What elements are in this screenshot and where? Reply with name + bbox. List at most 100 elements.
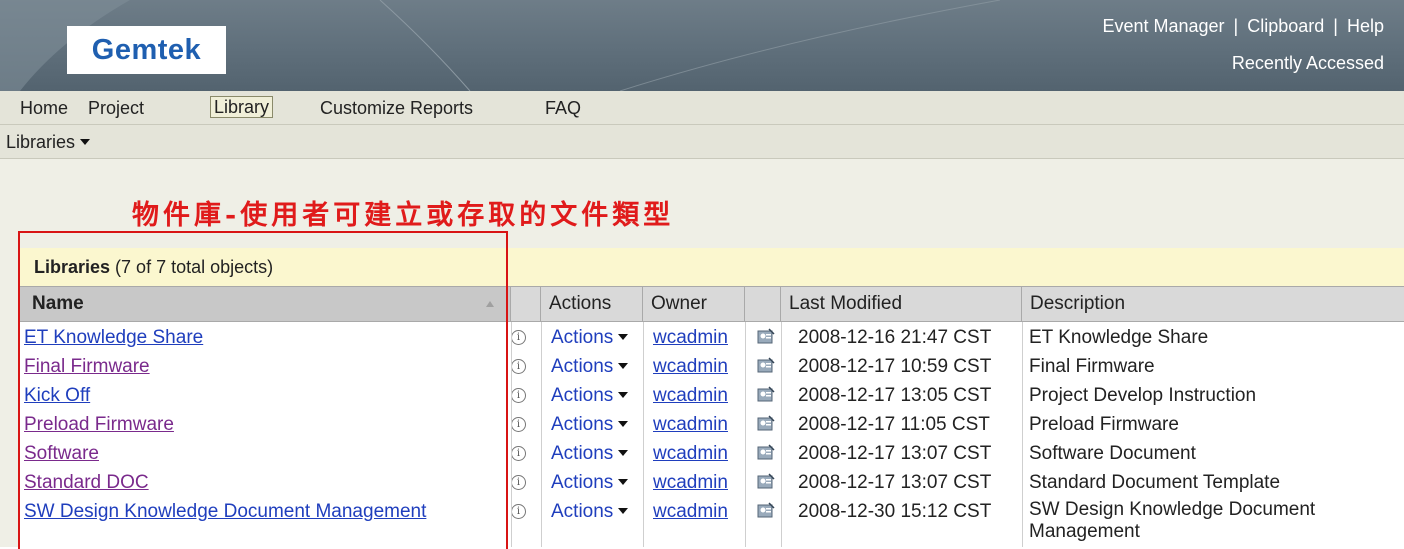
column-header-owner[interactable]: Owner: [643, 286, 745, 322]
column-divider: [745, 322, 746, 547]
caret-down-icon: [618, 479, 629, 485]
column-header-icon: [745, 286, 781, 322]
info-icon[interactable]: i: [511, 417, 526, 432]
description: ET Knowledge Share: [1029, 327, 1209, 348]
actions-menu[interactable]: Actions: [551, 498, 629, 525]
owner-link[interactable]: wcadmin: [653, 324, 728, 351]
last-modified: 2008-12-17 13:05 CST: [798, 385, 992, 406]
description: Standard Document Template: [1029, 472, 1281, 493]
tab-project[interactable]: Project: [88, 98, 144, 118]
last-modified: 2008-12-17 10:59 CST: [798, 356, 992, 377]
table-row: Software i Actions wcadmin 2008-12-17 13:07 …: [20, 440, 1404, 469]
actions-menu[interactable]: Actions: [551, 411, 629, 438]
column-header-last-modified[interactable]: Last Modified: [781, 286, 1022, 322]
event-manager-link[interactable]: Event Manager: [1102, 16, 1224, 36]
info-icon[interactable]: i: [511, 475, 526, 490]
actions-label: Actions: [551, 414, 614, 435]
last-modified: 2008-12-16 21:47 CST: [798, 327, 992, 348]
actions-label: Actions: [551, 385, 614, 406]
annotation-text: 物件庫-使用者可建立或存取的文件類型: [132, 200, 675, 231]
last-modified: 2008-12-17 13:07 CST: [798, 443, 992, 464]
actions-label: Actions: [551, 472, 614, 493]
owner-link[interactable]: wcadmin: [653, 411, 728, 438]
tab-faq[interactable]: FAQ: [545, 98, 581, 118]
column-divider: [643, 322, 644, 547]
actions-menu[interactable]: Actions: [551, 440, 629, 467]
table-title-count: (7 of 7 total objects): [110, 257, 274, 277]
caret-down-icon: [618, 450, 629, 456]
user-card-icon[interactable]: [757, 443, 775, 461]
actions-label: Actions: [551, 356, 614, 377]
tab-home[interactable]: Home: [20, 98, 68, 118]
caret-down-icon: [618, 392, 629, 398]
libraries-menu[interactable]: Libraries: [6, 132, 91, 153]
library-name-link[interactable]: Preload Firmware: [24, 411, 174, 438]
user-card-icon[interactable]: [757, 327, 775, 345]
column-header-name-label: Name: [32, 293, 84, 314]
column-divider: [511, 322, 512, 547]
table-title: Libraries (7 of 7 total objects): [34, 257, 273, 278]
table-row: Kick Off i Actions wcadmin 2008-12-17 13:05 …: [20, 382, 1404, 411]
owner-link[interactable]: wcadmin: [653, 353, 728, 380]
recently-accessed-link[interactable]: Recently Accessed: [1232, 53, 1384, 74]
user-card-icon[interactable]: [757, 501, 775, 519]
column-divider: [781, 322, 782, 547]
column-header-name[interactable]: Name: [20, 286, 511, 322]
info-icon[interactable]: i: [511, 388, 526, 403]
tab-customize-reports[interactable]: Customize Reports: [320, 98, 473, 118]
last-modified: 2008-12-30 15:12 CST: [798, 501, 992, 522]
info-icon[interactable]: i: [511, 504, 526, 519]
actions-menu[interactable]: Actions: [551, 324, 629, 351]
column-divider: [1022, 322, 1023, 547]
table-row: Final Firmware i Actions wcadmin 2008-12-17 …: [20, 353, 1404, 382]
owner-link[interactable]: wcadmin: [653, 469, 728, 496]
libraries-table-body: ET Knowledge Share i Actions wcadmin 2008-12…: [20, 322, 1404, 547]
table-row: SW Design Knowledge Document Management i…: [20, 498, 1404, 542]
caret-down-icon: [618, 334, 629, 340]
caret-down-icon: [618, 363, 629, 369]
info-icon[interactable]: i: [511, 359, 526, 374]
library-name-link[interactable]: Standard DOC: [24, 469, 149, 496]
library-name-link[interactable]: Kick Off: [24, 382, 90, 409]
last-modified: 2008-12-17 13:07 CST: [798, 472, 992, 493]
help-link[interactable]: Help: [1347, 16, 1384, 36]
caret-down-icon: [618, 421, 629, 427]
owner-link[interactable]: wcadmin: [653, 498, 728, 525]
main-tab-bar: Home Project Library Customize Reports F…: [0, 91, 1404, 125]
info-icon[interactable]: i: [511, 330, 526, 345]
actions-label: Actions: [551, 327, 614, 348]
library-name-link[interactable]: Final Firmware: [24, 353, 150, 380]
separator: |: [1333, 16, 1338, 36]
library-name-link[interactable]: ET Knowledge Share: [24, 324, 203, 351]
column-divider: [541, 322, 542, 547]
library-name-link[interactable]: SW Design Knowledge Document Management: [24, 498, 426, 525]
separator: |: [1233, 16, 1239, 36]
actions-label: Actions: [551, 501, 614, 522]
sort-ascending-icon: [486, 301, 494, 307]
column-header-description[interactable]: Description: [1022, 286, 1404, 322]
user-card-icon[interactable]: [757, 356, 775, 374]
clipboard-link[interactable]: Clipboard: [1247, 16, 1324, 36]
caret-down-icon: [80, 139, 91, 145]
tab-library[interactable]: Library: [210, 96, 274, 118]
description: Project Develop Instruction: [1029, 385, 1257, 406]
actions-menu[interactable]: Actions: [551, 353, 629, 380]
actions-menu[interactable]: Actions: [551, 469, 629, 496]
logo[interactable]: Gemtek: [67, 26, 226, 74]
caret-down-icon: [618, 508, 629, 514]
info-icon[interactable]: i: [511, 446, 526, 461]
library-name-link[interactable]: Software: [24, 440, 99, 467]
owner-link[interactable]: wcadmin: [653, 382, 728, 409]
description: Software Document: [1029, 443, 1196, 464]
user-card-icon[interactable]: [757, 414, 775, 432]
user-card-icon[interactable]: [757, 385, 775, 403]
user-card-icon[interactable]: [757, 472, 775, 490]
actions-menu[interactable]: Actions: [551, 382, 629, 409]
column-header-info: [511, 286, 541, 322]
global-links: Event Manager | Clipboard | Help: [1102, 16, 1384, 37]
sub-nav-bar: Libraries: [0, 125, 1404, 159]
description: Final Firmware: [1029, 356, 1155, 377]
table-row: Preload Firmware i Actions wcadmin 2008-12-1…: [20, 411, 1404, 440]
libraries-menu-label: Libraries: [6, 132, 76, 152]
owner-link[interactable]: wcadmin: [653, 440, 728, 467]
